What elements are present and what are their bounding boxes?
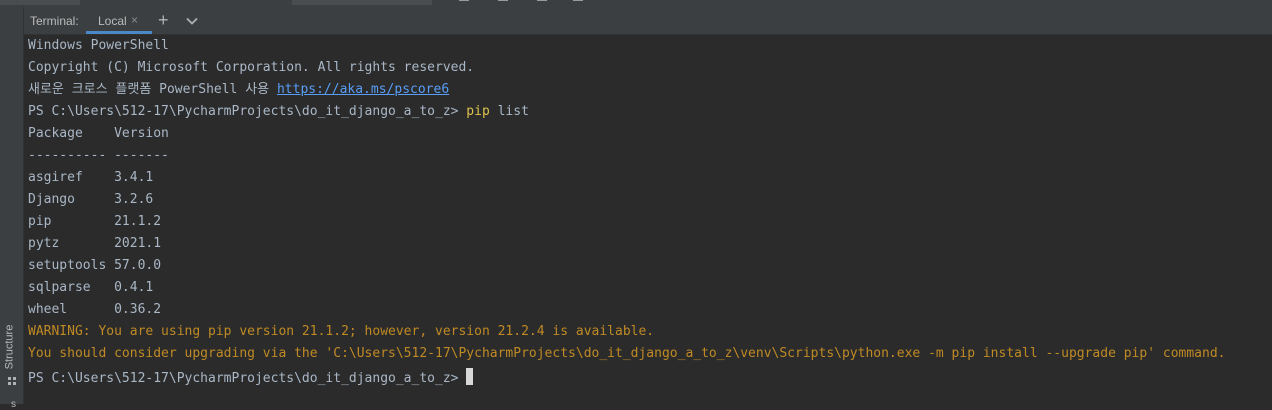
- prompt: PS C:\Users\512-17\PycharmProjects\do_it…: [28, 104, 467, 119]
- terminal-line: Copyright (C) Microsoft Corporation. All…: [28, 60, 475, 75]
- warning-line: You should consider upgrading via the 'C…: [28, 346, 1226, 361]
- tab-local-label: Local: [98, 14, 127, 28]
- top-strip: [0, 0, 1272, 7]
- structure-icon: [8, 377, 16, 385]
- prompt-line: PS C:\Users\512-17\PycharmProjects\do_it…: [28, 368, 474, 387]
- package-row: sqlparse 0.4.1: [28, 280, 154, 295]
- powershell-notice: 새로운 크로스 플랫폼 PowerShell 사용: [28, 82, 277, 97]
- side-tab-2-label[interactable]: s: [11, 399, 16, 410]
- chevron-down-icon[interactable]: [186, 15, 198, 27]
- package-row: Django 3.2.6: [28, 192, 154, 207]
- terminal-label: Terminal:: [30, 14, 79, 28]
- package-row: pytz 2021.1: [28, 236, 162, 251]
- tab-local[interactable]: Local ×: [86, 7, 152, 34]
- structure-side-tab-label: Structure: [3, 324, 16, 370]
- warning-line: WARNING: You are using pip version 21.1.…: [28, 324, 655, 339]
- command-line: PS C:\Users\512-17\PycharmProjects\do_it…: [28, 104, 529, 120]
- package-row: wheel 0.36.2: [28, 302, 162, 317]
- left-tool-strip: Structure s: [0, 7, 24, 410]
- table-separator: ---------- -------: [28, 148, 169, 163]
- terminal-tab-bar: Terminal: Local × +: [24, 7, 1272, 35]
- pscore-link[interactable]: https://aka.ms/pscore6: [277, 82, 449, 97]
- close-icon[interactable]: ×: [131, 13, 138, 27]
- package-row: setuptools 57.0.0: [28, 258, 162, 273]
- command-name: pip: [466, 104, 490, 119]
- prompt: PS C:\Users\512-17\PycharmProjects\do_it…: [28, 371, 467, 386]
- package-row: asgiref 3.4.1: [28, 170, 154, 185]
- terminal-line: Windows PowerShell: [28, 38, 169, 53]
- text-cursor: [466, 368, 474, 385]
- table-header: Package Version: [28, 126, 169, 141]
- package-row: pip 21.1.2: [28, 214, 162, 229]
- structure-side-tab[interactable]: Structure: [3, 323, 19, 373]
- new-tab-button[interactable]: +: [158, 10, 169, 31]
- terminal-output[interactable]: Windows PowerShell Copyright (C) Microso…: [24, 34, 1272, 404]
- command-args: list: [489, 104, 529, 119]
- terminal-line: 새로운 크로스 플랫폼 PowerShell 사용 https://aka.ms…: [28, 82, 449, 98]
